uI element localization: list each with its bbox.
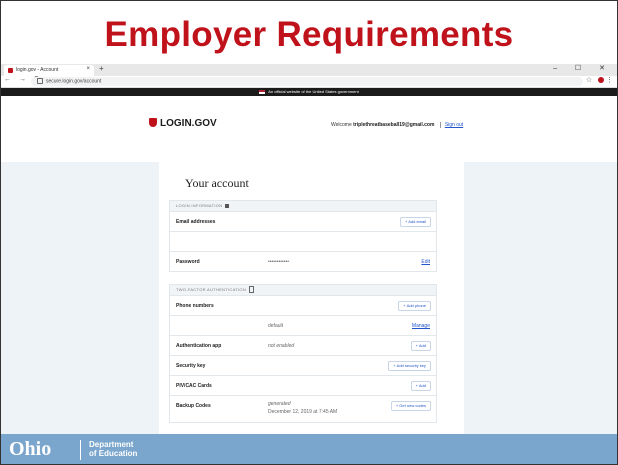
address-bar: ← → C secure.login.gov/account ☆ ⋮ — [1, 76, 617, 88]
security-key-row: Security key + Add security key — [169, 356, 437, 376]
two-factor-header: Two-Factor Authentication — [169, 284, 437, 296]
logo-text: LOGIN.GOV — [160, 118, 217, 129]
phone-label: Phone numbers — [176, 303, 214, 309]
url-field[interactable]: secure.login.gov/account — [31, 77, 583, 86]
favicon-icon — [8, 68, 13, 73]
gov-banner: An official website of the United States… — [1, 88, 617, 96]
phone-default-value: default — [268, 323, 284, 329]
phone-icon — [249, 286, 255, 294]
two-factor-label: Two-Factor Authentication — [176, 287, 247, 292]
speaker-icon — [225, 203, 230, 208]
password-row: Password •••••••••••• Edit — [169, 252, 437, 272]
add-security-key-button[interactable]: + Add security key — [388, 361, 431, 371]
account-card: Your account Login Information Email add… — [159, 152, 464, 452]
auth-app-row: Authentication app not enabled + Add — [169, 336, 437, 356]
add-email-button[interactable]: + Add email — [399, 217, 431, 227]
backup-codes-date: December 12, 2019 at 7:45 AM — [268, 409, 338, 415]
add-piv-cac-button[interactable]: + Add — [410, 381, 431, 391]
login-info-label: Login Information — [176, 203, 223, 208]
phone-default-row: default Manage — [169, 316, 437, 336]
login-info-header: Login Information — [169, 200, 437, 212]
piv-cac-row: PIV/CAC Cards + Add — [169, 376, 437, 396]
slide: Employer Requirements login.gov - Accoun… — [0, 0, 618, 465]
auth-app-status: not enabled — [268, 343, 295, 349]
backup-codes-status: generated — [268, 401, 291, 407]
email-label: Email addresses — [176, 219, 216, 225]
add-auth-app-button[interactable]: + Add — [410, 341, 431, 351]
get-new-codes-button[interactable]: + Get new codes — [390, 401, 431, 411]
slide-title: Employer Requirements — [104, 15, 514, 54]
login-gov-logo[interactable]: LOGIN.GOV — [149, 118, 217, 129]
security-key-label: Security key — [176, 363, 206, 369]
dept-line2: of Education — [89, 449, 138, 458]
tab-title: login.gov - Account — [16, 67, 59, 73]
sign-out-link[interactable]: Sign out — [439, 122, 464, 128]
page-title: Your account — [185, 176, 249, 190]
footer-divider — [80, 440, 81, 460]
window-controls[interactable]: – ☐ ✕ — [553, 64, 613, 72]
add-phone-button[interactable]: + Add phone — [398, 301, 431, 311]
toolbar-icons: ☆ ⋮ — [586, 76, 613, 84]
url-text: secure.login.gov/account — [46, 78, 102, 85]
dept-line1: Department — [89, 440, 134, 449]
edit-password-link[interactable]: Edit — [421, 259, 430, 265]
user-email: triplethreatbaseball19@gmail.com — [353, 122, 435, 128]
welcome-prefix: Welcome — [331, 122, 352, 128]
browser-tab[interactable]: login.gov - Account × — [4, 65, 94, 76]
password-label: Password — [176, 259, 200, 265]
gov-banner-text: An official website of the United States… — [268, 89, 359, 94]
us-flag-icon — [259, 89, 266, 94]
piv-cac-label: PIV/CAC Cards — [176, 383, 212, 389]
department-label: Department of Education — [89, 440, 137, 458]
slide-footer: Ohio Department of Education — [1, 434, 617, 464]
phone-row: Phone numbers + Add phone — [169, 296, 437, 316]
new-tab-button[interactable]: + — [99, 64, 104, 73]
email-row: Email addresses + Add email — [169, 212, 437, 232]
tab-close-icon[interactable]: × — [86, 66, 90, 72]
shield-icon — [149, 118, 157, 127]
profile-avatar[interactable] — [598, 77, 605, 84]
backup-codes-label: Backup Codes — [176, 403, 211, 409]
auth-app-label: Authentication app — [176, 343, 222, 349]
star-icon[interactable]: ☆ — [586, 77, 592, 84]
lock-icon — [37, 78, 43, 84]
menu-icon[interactable]: ⋮ — [606, 77, 613, 84]
manage-phone-link[interactable]: Manage — [412, 323, 430, 329]
tab-bar: login.gov - Account × + – ☐ ✕ — [1, 64, 617, 76]
email-empty-row — [169, 232, 437, 252]
password-value: •••••••••••• — [268, 259, 290, 265]
backup-codes-row: Backup Codes generated December 12, 2019… — [169, 396, 437, 423]
welcome-text: Welcome triplethreatbaseball19@gmail.com… — [331, 122, 464, 128]
ohio-logo: Ohio — [9, 438, 52, 460]
